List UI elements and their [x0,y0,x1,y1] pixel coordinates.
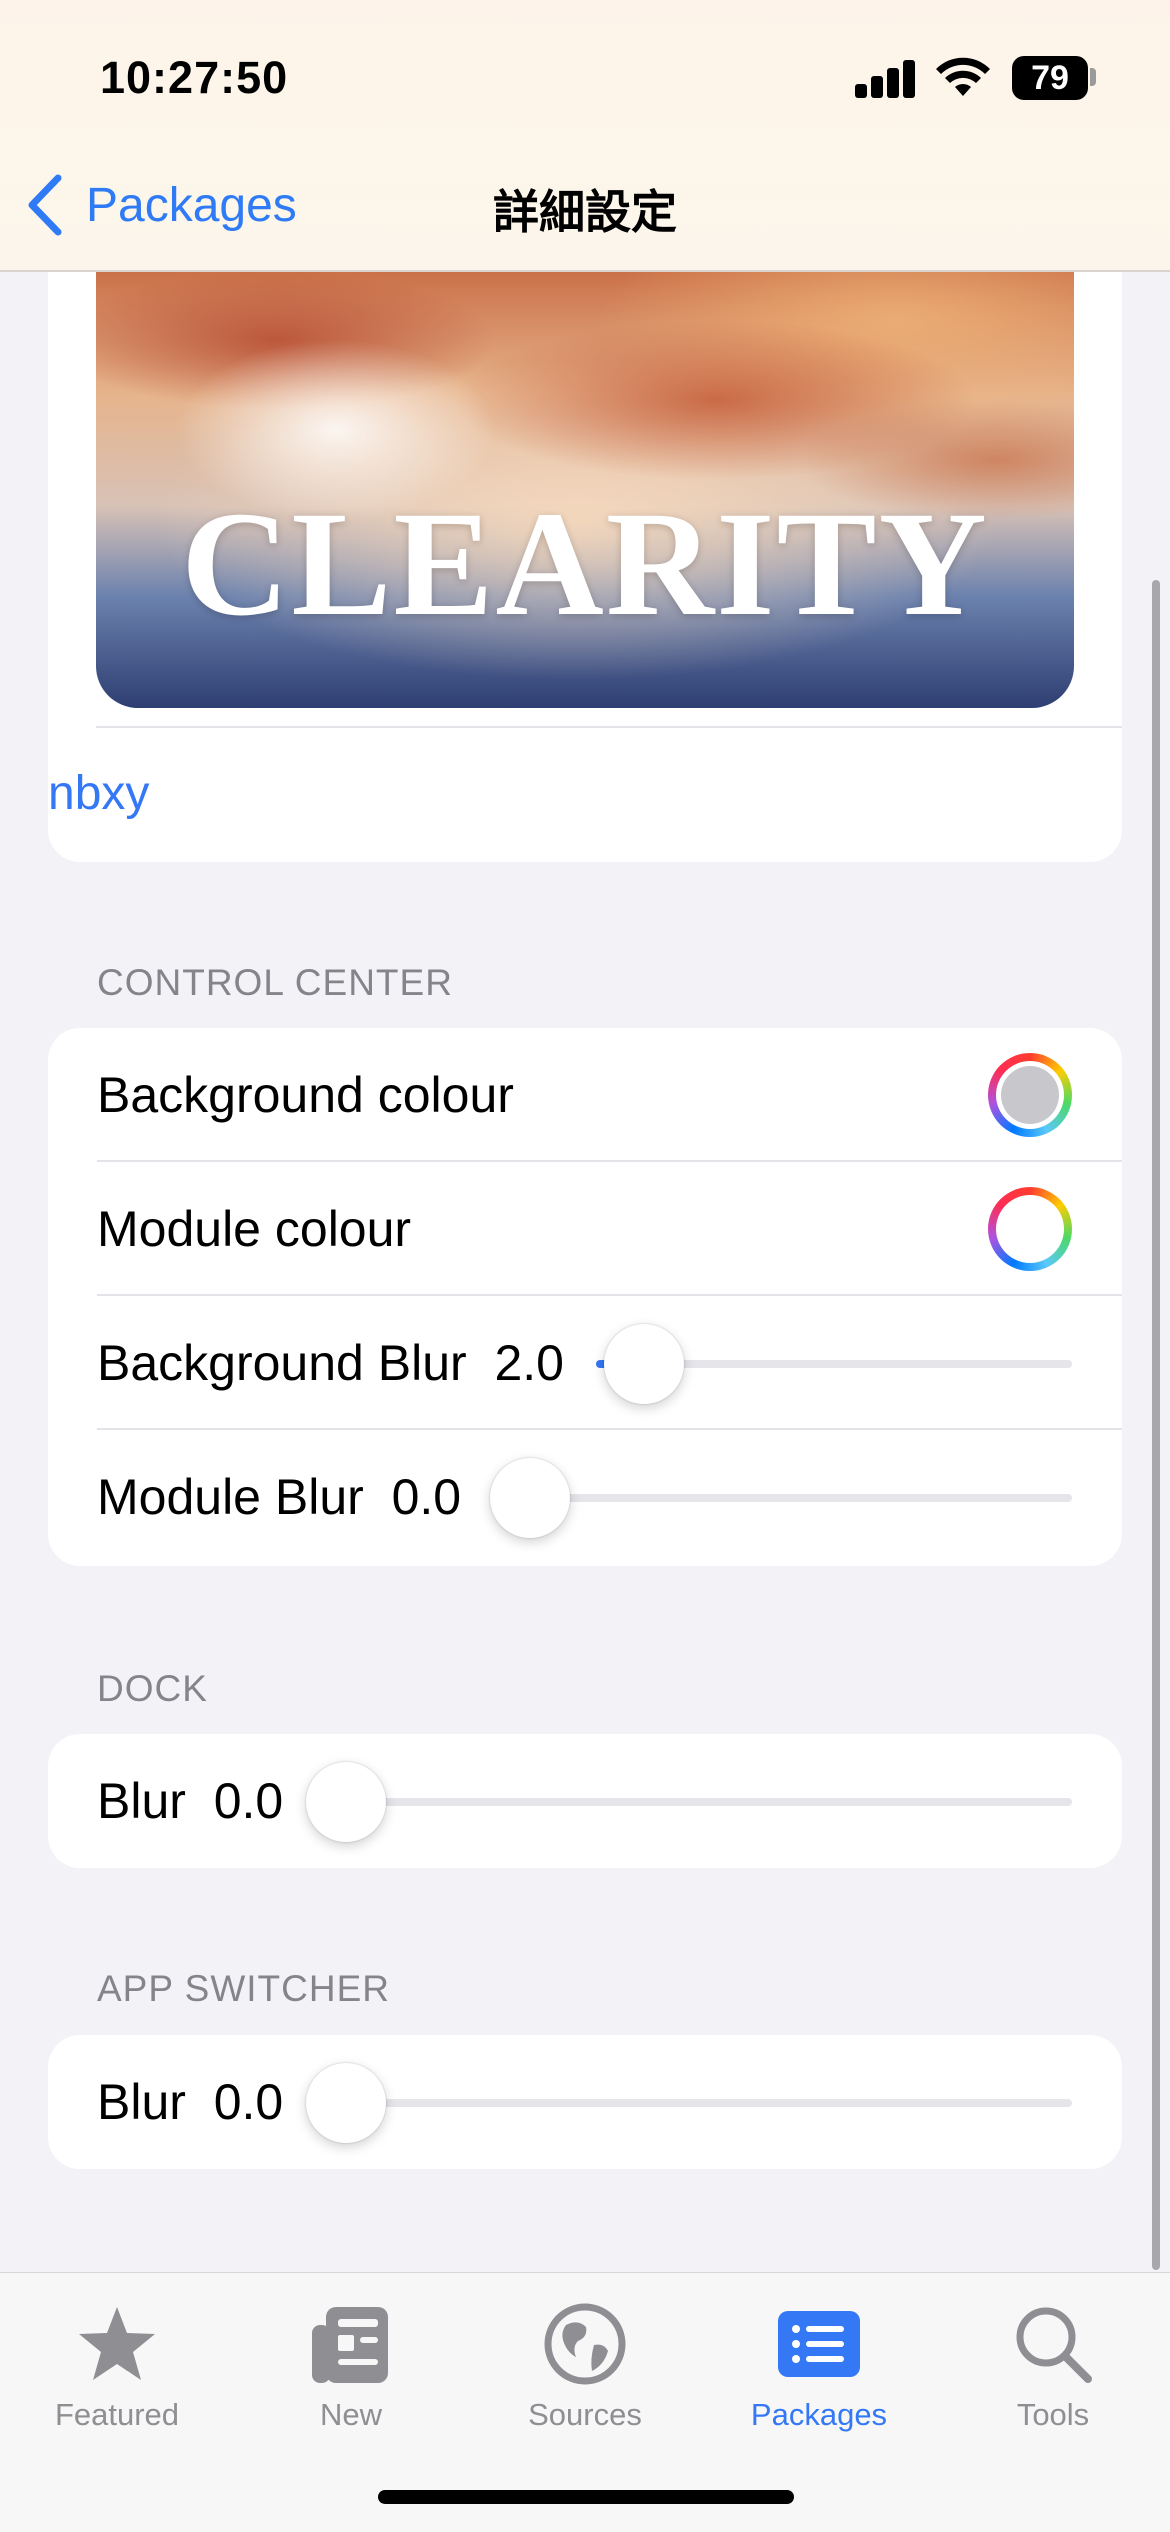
app-switcher-blur-label: Blur 0.0 [97,2035,283,2169]
app-switcher-blur-value: 0.0 [213,2074,284,2130]
scroll-indicator[interactable] [1152,580,1160,2270]
dock-blur-row: Blur 0.0 [48,1734,1122,1868]
tab-sources[interactable]: Sources [468,2301,702,2433]
app-switcher-blur-slider[interactable] [306,2099,1072,2107]
module-blur-title: Module Blur [97,1469,364,1525]
app-switcher-blur-title: Blur [97,2074,186,2130]
dock-blur-value: 0.0 [213,1773,284,1829]
banner-card: CLEARITY [48,200,1122,862]
banner-logo-text: CLEARITY [181,481,989,647]
module-colour-swatch [1001,1200,1059,1258]
module-colour-label: Module colour [97,1201,412,1257]
background-colour-row[interactable]: Background colour [48,1028,1122,1162]
list-icon [778,2311,860,2377]
dock-blur-label: Blur 0.0 [97,1734,283,1868]
newspaper-icon [312,2307,388,2383]
tab-packages[interactable]: Packages [702,2301,936,2433]
tab-tools[interactable]: Tools [936,2301,1170,2433]
status-time: 10:27:50 [100,52,289,103]
tab-new[interactable]: New [234,2301,468,2433]
module-blur-slider[interactable] [490,1494,1072,1502]
page-title: 詳細設定 [493,186,677,238]
background-blur-label: Background Blur 2.0 [97,1296,564,1430]
background-colour-well[interactable] [988,1053,1072,1137]
tab-label: Tools [1016,2397,1090,2432]
module-blur-label: Module Blur 0.0 [97,1430,461,1564]
star-icon [79,2307,155,2380]
globe-icon [544,2303,626,2385]
home-indicator [378,2490,794,2504]
app-switcher-blur-slider-thumb[interactable] [306,2063,386,2143]
background-colour-label: Background colour [97,1067,514,1123]
battery-icon: 79 [1012,56,1088,100]
background-blur-title: Background Blur [97,1335,467,1391]
author-link[interactable]: nbxy [48,766,149,821]
background-blur-row: Background Blur 2.0 [48,1296,1122,1430]
magnifier-icon [1016,2307,1092,2383]
wifi-icon [936,57,990,96]
battery-tip [1090,68,1096,86]
cellular-signal-icon [855,60,917,98]
background-colour-swatch [1001,1066,1059,1124]
module-blur-row: Module Blur 0.0 [48,1430,1122,1564]
dock-blur-slider[interactable] [306,1798,1072,1806]
app-switcher-blur-row: Blur 0.0 [48,2035,1122,2169]
section-header-app-switcher: APP SWITCHER [97,1968,390,2009]
module-blur-value: 0.0 [391,1469,462,1525]
navigation-bar: 10:27:50 79 Packages 詳細設定 [0,0,1170,272]
tab-label: Featured [54,2397,180,2432]
banner-image: CLEARITY [96,260,1074,708]
module-colour-well[interactable] [988,1187,1072,1271]
dock-blur-title: Blur [97,1773,186,1829]
section-header-dock: DOCK [97,1668,208,1709]
background-blur-slider-thumb[interactable] [604,1324,684,1404]
tab-label: Sources [528,2397,642,2432]
dock-blur-slider-thumb[interactable] [306,1762,386,1842]
tab-featured[interactable]: Featured [0,2301,234,2433]
divider [96,726,1122,728]
control-center-card: Background colour Module colour Backgrou… [48,1028,1122,1566]
tab-label: Packages [750,2397,888,2432]
app-switcher-card: Blur 0.0 [48,2035,1122,2169]
module-blur-slider-thumb[interactable] [490,1458,570,1538]
section-header-control-center: CONTROL CENTER [97,962,453,1003]
module-colour-row[interactable]: Module colour [48,1162,1122,1296]
tab-label: New [319,2397,382,2432]
dock-card: Blur 0.0 [48,1734,1122,1868]
background-blur-value: 2.0 [494,1335,564,1391]
